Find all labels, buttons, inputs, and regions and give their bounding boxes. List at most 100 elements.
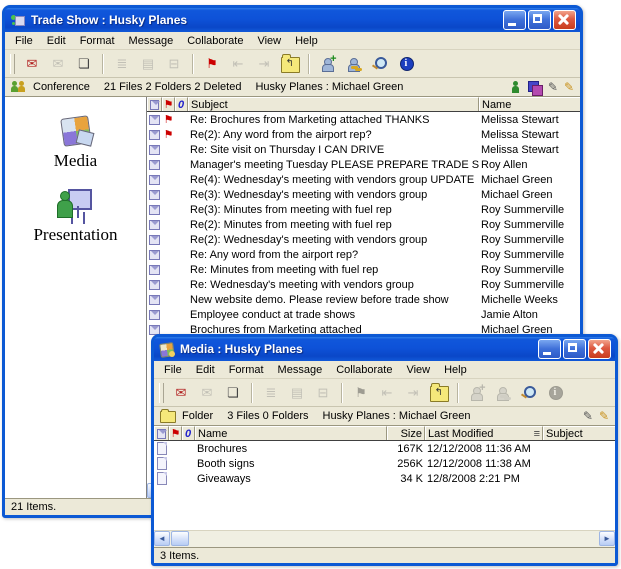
menu-edit[interactable]: Edit: [189, 363, 222, 377]
edit-pencil-icon[interactable]: ✎: [548, 80, 558, 94]
search-button[interactable]: [517, 382, 541, 404]
member-access-button[interactable]: [342, 53, 366, 75]
message-row[interactable]: Re: Wednesday's meeting with vendors gro…: [147, 277, 580, 292]
view-label: Conference: [33, 81, 90, 93]
folder-up-button[interactable]: [427, 382, 451, 404]
file-row[interactable]: Booth signs256K12/12/2008 11:38 AM: [154, 456, 615, 471]
file-row[interactable]: Brochures167K12/12/2008 11:36 AM: [154, 441, 615, 456]
close-button[interactable]: [588, 339, 611, 359]
minimize-button[interactable]: [538, 339, 561, 359]
title-bar[interactable]: Trade Show : Husky Planes: [5, 8, 580, 32]
menu-format[interactable]: Format: [73, 34, 122, 48]
add-member-button: [465, 382, 489, 404]
modified-column-header[interactable]: Last Modified ≡: [425, 426, 543, 440]
menu-collaborate[interactable]: Collaborate: [329, 363, 399, 377]
toolbar-separator-icon: [102, 54, 104, 74]
new-message-button[interactable]: ✉: [20, 53, 44, 75]
media-window: Media : Husky Planes FileEditFormatMessa…: [151, 334, 618, 566]
message-row[interactable]: Re(2): Wednesday's meeting with vendors …: [147, 232, 580, 247]
scroll-right-button[interactable]: ►: [599, 531, 615, 546]
new-message-icon: ✉: [176, 386, 187, 399]
trade-show-app-icon: [10, 13, 26, 28]
sign-pencil-icon[interactable]: ✎: [599, 409, 609, 423]
add-member-button[interactable]: [316, 53, 340, 75]
maximize-button[interactable]: [563, 339, 586, 359]
minimize-button[interactable]: [503, 10, 526, 30]
message-sender: Jamie Alton: [479, 309, 580, 321]
pages-icon[interactable]: [528, 81, 542, 94]
sidebar-item-media[interactable]: Media: [54, 115, 97, 171]
envelope-icon: [149, 130, 160, 140]
new-message-button[interactable]: ✉: [169, 382, 193, 404]
scrollbar-track[interactable]: [189, 531, 599, 547]
sidebar-item-presentation[interactable]: Presentation: [33, 187, 117, 245]
menu-edit[interactable]: Edit: [40, 34, 73, 48]
edit-pencil-icon[interactable]: ✎: [583, 409, 593, 423]
folder-up-button[interactable]: [278, 53, 302, 75]
menu-view[interactable]: View: [250, 34, 288, 48]
menu-file[interactable]: File: [8, 34, 40, 48]
sort-descending-icon: ≡: [534, 428, 540, 440]
name-column-header[interactable]: Name: [479, 97, 580, 111]
refile-list-icon: ≣: [117, 57, 128, 70]
file-row[interactable]: Giveaways34 K12/8/2008 2:21 PM: [154, 471, 615, 486]
menu-message[interactable]: Message: [122, 34, 181, 48]
sign-pencil-icon[interactable]: ✎: [564, 80, 574, 94]
message-row[interactable]: Re(3): Minutes from meeting with fuel re…: [147, 202, 580, 217]
search-button[interactable]: [368, 53, 392, 75]
info-button[interactable]: [394, 53, 418, 75]
envelope-icon: [150, 100, 159, 110]
message-row[interactable]: Re(4): Wednesday's meeting with vendors …: [147, 172, 580, 187]
message-row[interactable]: Re(2): Minutes from meeting with fuel re…: [147, 217, 580, 232]
document-icon: [157, 472, 167, 485]
attachment-column-header[interactable]: 0: [182, 426, 195, 440]
subject-column-header[interactable]: Subject: [543, 426, 615, 440]
flag-button[interactable]: ⚑: [200, 53, 224, 75]
size-column-header[interactable]: Size: [387, 426, 425, 440]
new-document-button[interactable]: ❏: [72, 53, 96, 75]
member-access-icon: [495, 386, 512, 400]
message-type-cell: [147, 115, 162, 125]
flag-column-header[interactable]: ⚑: [162, 97, 175, 111]
message-row[interactable]: Employee conduct at trade showsJamie Alt…: [147, 307, 580, 322]
envelope-icon: [149, 145, 160, 155]
toolbar-grip-icon[interactable]: [10, 54, 15, 74]
attachment-column-header[interactable]: 0: [175, 97, 188, 111]
scroll-left-button[interactable]: ◄: [154, 531, 170, 546]
menu-file[interactable]: File: [157, 363, 189, 377]
list-header: ⚑ 0 Name Size Last Modified ≡ Subject: [154, 426, 615, 441]
sidebar-item-label: Media: [54, 151, 97, 171]
member-presence-icon[interactable]: [511, 81, 520, 93]
message-row[interactable]: New website demo. Please review before t…: [147, 292, 580, 307]
toolbar-separator-icon: [251, 383, 253, 403]
message-row[interactable]: Re(3): Wednesday's meeting with vendors …: [147, 187, 580, 202]
new-document-button[interactable]: ❏: [221, 382, 245, 404]
message-type-cell: [147, 205, 162, 215]
owner-label: Husky Planes : Michael Green: [323, 410, 471, 422]
toolbar-grip-icon[interactable]: [159, 383, 164, 403]
close-button[interactable]: [553, 10, 576, 30]
title-bar[interactable]: Media : Husky Planes: [154, 337, 615, 361]
message-row[interactable]: Manager's meeting Tuesday PLEASE PREPARE…: [147, 157, 580, 172]
message-row[interactable]: Re: Minutes from meeting with fuel repRo…: [147, 262, 580, 277]
name-column-header[interactable]: Name: [195, 426, 387, 440]
maximize-button[interactable]: [528, 10, 551, 30]
envelope-column-header[interactable]: [154, 426, 169, 440]
menu-view[interactable]: View: [399, 363, 437, 377]
message-row[interactable]: Re: Site visit on Thursday I CAN DRIVEMe…: [147, 142, 580, 157]
message-type-cell: [147, 130, 162, 140]
menu-message[interactable]: Message: [271, 363, 330, 377]
menu-format[interactable]: Format: [222, 363, 271, 377]
menu-help[interactable]: Help: [288, 34, 325, 48]
file-modified: 12/12/2008 11:38 AM: [425, 458, 543, 470]
document-icon: [157, 457, 167, 470]
message-row[interactable]: ⚑Re(2): Any word from the airport rep?Me…: [147, 127, 580, 142]
menu-help[interactable]: Help: [437, 363, 474, 377]
menu-collaborate[interactable]: Collaborate: [180, 34, 250, 48]
message-row[interactable]: Re: Any word from the airport rep?Roy Su…: [147, 247, 580, 262]
flag-column-header[interactable]: ⚑: [169, 426, 182, 440]
message-row[interactable]: ⚑Re: Brochures from Marketing attached T…: [147, 112, 580, 127]
subject-column-header[interactable]: Subject: [188, 97, 479, 111]
scrollbar-thumb[interactable]: [171, 531, 189, 546]
envelope-column-header[interactable]: [147, 97, 162, 111]
